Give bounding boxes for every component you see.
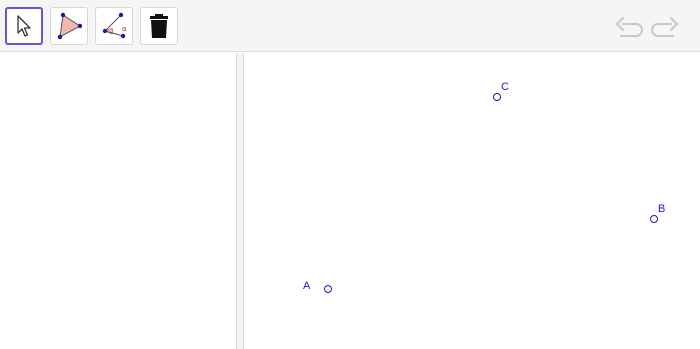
point-a[interactable] bbox=[324, 285, 332, 293]
redo-icon bbox=[651, 17, 678, 37]
point-b-label[interactable]: B bbox=[658, 204, 665, 215]
polygon-icon bbox=[57, 12, 83, 40]
move-tool-button[interactable] bbox=[5, 7, 43, 45]
point-a-label[interactable]: A bbox=[303, 281, 310, 292]
redo-button[interactable] bbox=[650, 13, 680, 41]
polygon-tool-button[interactable] bbox=[50, 7, 88, 45]
arrow-cursor-icon bbox=[17, 15, 31, 37]
angle-icon: α bbox=[102, 12, 127, 39]
geogebra-app: α A B C bbox=[0, 0, 700, 349]
view-divider[interactable] bbox=[236, 53, 244, 349]
graphics-view[interactable]: A B C bbox=[244, 53, 700, 349]
angle-tool-button[interactable]: α bbox=[95, 7, 133, 45]
toolbar: α bbox=[0, 0, 700, 52]
point-b[interactable] bbox=[650, 215, 658, 223]
point-c[interactable] bbox=[493, 93, 501, 101]
undo-button[interactable] bbox=[614, 13, 644, 41]
delete-tool-button[interactable] bbox=[140, 7, 178, 45]
undo-icon bbox=[616, 17, 643, 37]
svg-text:α: α bbox=[122, 25, 127, 33]
trash-icon bbox=[150, 14, 168, 38]
algebra-view[interactable] bbox=[0, 53, 236, 349]
point-c-label[interactable]: C bbox=[501, 82, 509, 93]
